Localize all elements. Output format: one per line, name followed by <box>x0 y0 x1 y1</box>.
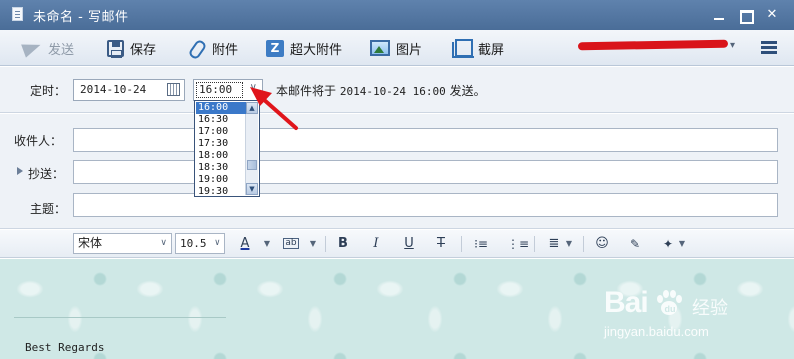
underline-button[interactable]: U <box>402 235 416 253</box>
signature-divider <box>14 317 226 318</box>
maximize-button[interactable] <box>737 7 754 24</box>
format-toolbar: 宋体 ∨ 10.5 ∨ A ▼ ab ▼ B I U T ⁝≡ ⋮≡ ≣ ▼ ☺… <box>0 230 794 258</box>
title-bar: 未命名 - 写邮件 ✕ <box>0 0 794 30</box>
schedule-note-datetime: 2014-10-24 16:00 <box>339 85 446 98</box>
minimize-button[interactable] <box>711 7 727 23</box>
close-button[interactable]: ✕ <box>764 7 780 23</box>
calendar-icon[interactable] <box>167 83 180 96</box>
expand-triangle-icon[interactable] <box>17 167 23 175</box>
time-option[interactable]: 19:30 <box>196 186 246 198</box>
watermark-product: 经验 <box>692 298 728 319</box>
highlight-color-button[interactable]: ab <box>283 238 299 249</box>
scroll-down-icon[interactable]: ▼ <box>246 183 258 195</box>
strikethrough-button[interactable]: T <box>434 235 448 253</box>
font-color-button[interactable]: A <box>238 235 252 253</box>
time-option[interactable]: 19:00 <box>196 174 246 186</box>
paint-brush-icon[interactable]: ✎ <box>627 235 643 253</box>
paw-logo-icon: du <box>657 290 682 315</box>
picture-button[interactable]: 图片 <box>370 37 422 59</box>
font-size-select[interactable]: 10.5 ∨ <box>175 233 225 254</box>
schedule-time-value: 16:00 <box>196 82 243 98</box>
time-option[interactable]: 16:30 <box>196 114 246 126</box>
time-option[interactable]: 16:00 <box>196 102 246 114</box>
baidu-watermark: Bai du 经验 jingyan.baidu.com <box>604 286 754 352</box>
to-label: 收件人： <box>14 134 63 148</box>
attach-label: 附件 <box>212 42 239 58</box>
attach-button[interactable]: 附件 <box>186 37 238 59</box>
schedule-note-prefix: 本邮件将于 <box>276 84 340 98</box>
big-attach-button[interactable]: Z 超大附件 <box>266 37 342 59</box>
font-family-select[interactable]: 宋体 ∨ <box>73 233 172 254</box>
cc-label: 抄送： <box>28 167 65 181</box>
chevron-down-icon[interactable]: ∨ <box>250 82 257 93</box>
scroll-up-icon[interactable]: ▲ <box>246 102 258 114</box>
crop-icon <box>452 39 474 58</box>
signature-text: Best Regards <box>25 341 105 354</box>
watermark-url: jingyan.baidu.com <box>604 324 709 339</box>
screenshot-button[interactable]: 截屏 <box>452 37 504 59</box>
floppy-disk-icon <box>107 39 124 58</box>
window-title: 未命名 - 写邮件 <box>33 10 129 25</box>
screenshot-label: 截屏 <box>478 42 505 58</box>
schedule-date-field[interactable]: 2014-10-24 <box>73 79 185 101</box>
compose-toolbar: 发送 保存 附件 Z 超大附件 图片 截屏 ▾ <box>0 30 794 66</box>
picture-icon <box>370 40 390 56</box>
subject-field[interactable] <box>73 193 778 217</box>
chevron-down-icon[interactable]: ▼ <box>263 235 271 253</box>
toolbar-divider <box>534 236 535 252</box>
watermark-brand: Bai <box>604 286 649 319</box>
subject-label: 主题： <box>30 202 67 216</box>
schedule-note-suffix: 发送。 <box>445 84 486 98</box>
scroll-thumb[interactable] <box>247 160 257 170</box>
schedule-note: 本邮件将于 2014-10-24 16:00 发送。 <box>276 82 486 99</box>
schedule-label: 定时： <box>30 84 67 98</box>
document-icon <box>12 7 23 21</box>
schedule-time-select[interactable]: 16:00 ∨ <box>193 79 263 101</box>
to-field[interactable] <box>73 128 778 152</box>
cc-field[interactable] <box>73 160 778 184</box>
italic-button[interactable]: I <box>369 235 383 253</box>
time-option[interactable]: 18:30 <box>196 162 246 174</box>
schedule-date-value: 2014-10-24 <box>80 83 147 96</box>
chevron-down-icon[interactable]: ▼ <box>309 235 317 253</box>
chevron-down-icon: ∨ <box>214 238 220 248</box>
toolbar-divider <box>583 236 584 252</box>
paperclip-icon <box>186 39 206 57</box>
bullet-list-icon[interactable]: ⁝≡ <box>473 235 489 253</box>
schedule-row: 定时： 2014-10-24 16:00 ∨ 本邮件将于 2014-10-24 … <box>0 67 794 113</box>
font-size-value: 10.5 <box>180 237 207 250</box>
time-dropdown-list[interactable]: ▲ ▼ 16:00 16:30 17:00 17:30 18:00 18:30 19:00 1… <box>194 100 260 197</box>
emoji-icon[interactable]: ☺ <box>594 235 610 253</box>
chevron-down-icon[interactable]: ▾ <box>730 40 735 51</box>
save-label: 保存 <box>130 42 157 58</box>
toolbar-divider <box>325 236 326 252</box>
header-fields: 收件人： 抄送： 主题： <box>0 114 794 229</box>
align-icon[interactable]: ≣ <box>546 235 562 253</box>
time-option[interactable]: 17:30 <box>196 138 246 150</box>
chevron-down-icon[interactable]: ▼ <box>565 235 573 253</box>
send-button[interactable]: 发送 <box>22 37 74 59</box>
svg-text:du: du <box>665 304 676 314</box>
big-attach-label: 超大附件 <box>290 42 343 58</box>
toolbar-divider <box>461 236 462 252</box>
numbered-list-icon[interactable]: ⋮≡ <box>507 235 529 253</box>
big-attachment-icon: Z <box>266 39 284 57</box>
save-button[interactable]: 保存 <box>107 37 156 59</box>
dropdown-scrollbar[interactable]: ▲ ▼ <box>245 102 258 195</box>
time-option[interactable]: 18:00 <box>196 150 246 162</box>
send-label: 发送 <box>48 42 75 58</box>
hamburger-menu-icon[interactable] <box>761 41 777 55</box>
time-option[interactable]: 17:00 <box>196 126 246 138</box>
picture-label: 图片 <box>396 42 423 58</box>
font-family-value: 宋体 <box>78 236 103 250</box>
bold-button[interactable]: B <box>336 235 350 253</box>
sender-account-redacted[interactable] <box>577 39 729 51</box>
chevron-down-icon: ∨ <box>160 238 167 248</box>
chevron-down-icon[interactable]: ▼ <box>678 235 686 253</box>
paper-plane-icon <box>22 39 42 57</box>
magic-wand-icon[interactable]: ✦ <box>660 235 676 253</box>
